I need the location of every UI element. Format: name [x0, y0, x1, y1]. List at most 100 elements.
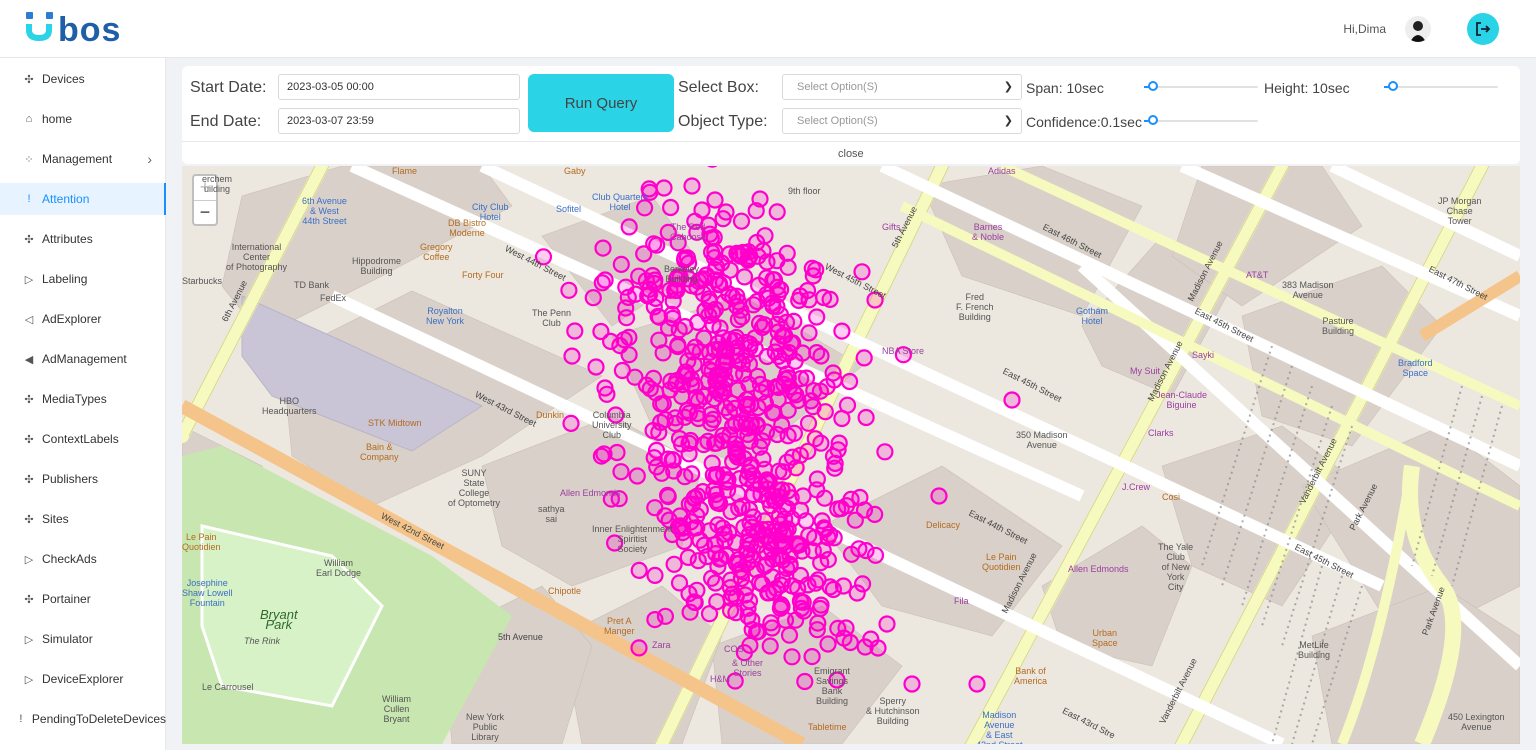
- sidebar-item-admanagement[interactable]: ◀ AdManagement: [0, 343, 166, 375]
- detection-marker: [785, 424, 804, 442]
- map-label: COS: [724, 644, 744, 654]
- close-link[interactable]: close: [838, 148, 864, 160]
- detection-marker: [744, 296, 763, 314]
- detection-marker: [796, 672, 814, 691]
- map-label: Le Carrousel: [202, 682, 254, 692]
- sidebar-item-label: home: [42, 112, 73, 126]
- sidebar-item-checkads[interactable]: ▷ CheckAds: [0, 543, 166, 575]
- sidebar-item-label: AdManagement: [42, 352, 127, 366]
- sparkle-icon: ✣: [24, 473, 34, 486]
- sidebar-item-home[interactable]: ⌂ home: [0, 103, 166, 135]
- map-label: Allen Edmonds: [1068, 564, 1129, 574]
- detection-marker: [727, 443, 745, 462]
- map-label: Berkeley Building: [664, 264, 700, 284]
- detection-marker: [723, 585, 742, 603]
- sidebar-item-sites[interactable]: ✣ Sites: [0, 503, 166, 535]
- slider-thumb[interactable]: [1388, 81, 1399, 91]
- map-view[interactable]: + − erchem uilding 6th Avenue & West 44th S…: [182, 166, 1520, 744]
- sidebar-item-pendingtodeletedevices[interactable]: ! PendingToDeleteDevices: [0, 703, 166, 735]
- object-type-dropdown[interactable]: Select Option(S) ❯: [782, 108, 1022, 134]
- map-label: Cosi: [1162, 492, 1181, 502]
- tag-icon: ▷: [24, 273, 34, 286]
- detection-marker: [646, 566, 664, 584]
- sidebar-item-label: Attributes: [42, 232, 93, 246]
- map-label: 6th Avenue & West 44th Street: [302, 196, 347, 226]
- detection-marker: [759, 584, 777, 602]
- detection-marker: [783, 510, 801, 528]
- chevron-right-icon: ›: [147, 151, 152, 167]
- top-bar: bos Hi,Dima: [0, 0, 1536, 58]
- detection-marker: [799, 414, 818, 432]
- select-box-label: Select Box:: [678, 79, 759, 96]
- map-label: 450 Lexington Avenue: [1448, 712, 1505, 732]
- height-slider[interactable]: [1384, 81, 1498, 93]
- detection-marker: [659, 486, 677, 504]
- map-label: Delicacy: [926, 520, 961, 530]
- detection-marker: [763, 403, 782, 421]
- end-date-input[interactable]: 2023-03-07 23:59: [278, 108, 520, 134]
- map-label: STK Midtown: [368, 418, 422, 428]
- sidebar-item-labeling[interactable]: ▷ Labeling: [0, 263, 166, 295]
- detection-marker: [714, 355, 733, 373]
- detection-marker: [681, 603, 699, 621]
- span-label: Span: 10sec: [1026, 80, 1104, 96]
- detection-marker: [768, 315, 786, 333]
- detection-marker: [706, 574, 725, 592]
- run-query-button[interactable]: Run Query: [528, 74, 674, 132]
- sidebar-item-attributes[interactable]: ✣ Attributes: [0, 223, 166, 255]
- detection-marker: [930, 487, 948, 505]
- detection-marker: [666, 414, 684, 433]
- detection-marker: [706, 191, 724, 209]
- map-label: My Suit: [1130, 366, 1161, 376]
- sidebar-item-devices[interactable]: ✣ Devices: [0, 63, 166, 95]
- detection-marker: [791, 536, 809, 554]
- detection-marker: [655, 179, 673, 197]
- detection-marker: [808, 470, 827, 488]
- sidebar-item-contextlabels[interactable]: ✣ ContextLabels: [0, 423, 166, 455]
- map-label: The Yale Club of New York City: [1158, 542, 1194, 592]
- sidebar-item-mediatypes[interactable]: ✣ MediaTypes: [0, 383, 166, 415]
- panel-divider: [182, 141, 1520, 142]
- sidebar-item-adexplorer[interactable]: ◁ AdExplorer: [0, 303, 166, 335]
- map-label: Club Quarters Hotel: [592, 192, 649, 212]
- select-box-dropdown[interactable]: Select Option(S) ❯: [782, 74, 1022, 100]
- sidebar-item-simulator[interactable]: ▷ Simulator: [0, 623, 166, 655]
- detection-marker: [665, 555, 683, 573]
- start-date-input[interactable]: 2023-03-05 00:00: [278, 74, 520, 100]
- slider-thumb[interactable]: [1148, 115, 1159, 125]
- detection-marker: [769, 378, 788, 397]
- sidebar-item-attention[interactable]: ! Attention: [0, 183, 166, 215]
- span-slider[interactable]: [1144, 81, 1258, 93]
- detection-marker: [720, 403, 739, 421]
- sidebar-item-management[interactable]: ⁘ Management ›: [0, 143, 166, 175]
- logout-button[interactable]: [1467, 13, 1499, 45]
- user-avatar[interactable]: [1405, 16, 1431, 42]
- detection-marker: [650, 331, 668, 349]
- detection-marker: [722, 503, 740, 521]
- detection-marker: [869, 639, 887, 657]
- detection-marker: [717, 203, 735, 221]
- detection-marker: [617, 309, 636, 327]
- detection-marker: [751, 190, 769, 208]
- detection-marker: [704, 410, 722, 428]
- detection-marker: [707, 545, 725, 563]
- sidebar-item-portainer[interactable]: ✣ Portainer: [0, 583, 166, 615]
- map-label: erchem uilding: [202, 174, 233, 194]
- sidebar-item-publishers[interactable]: ✣ Publishers: [0, 463, 166, 495]
- ubos-logo[interactable]: bos: [24, 8, 144, 49]
- detection-marker: [798, 281, 817, 300]
- detection-marker: [738, 469, 757, 488]
- detection-marker: [771, 488, 789, 506]
- slider-thumb[interactable]: [1148, 81, 1159, 91]
- detection-marker: [749, 276, 768, 295]
- sidebar-item-deviceexplorer[interactable]: ▷ DeviceExplorer: [0, 663, 166, 695]
- detection-marker: [686, 338, 704, 356]
- map-label: sathya sai: [538, 504, 565, 524]
- detection-marker: [664, 309, 682, 327]
- zoom-out-button[interactable]: −: [194, 200, 216, 224]
- confidence-slider[interactable]: [1144, 115, 1258, 127]
- tag-icon: ▷: [24, 633, 34, 646]
- map-label: Barnes & Noble: [972, 222, 1005, 242]
- sidebar-item-label: PendingToDeleteDevices: [31, 712, 166, 726]
- detection-marker: [563, 347, 581, 365]
